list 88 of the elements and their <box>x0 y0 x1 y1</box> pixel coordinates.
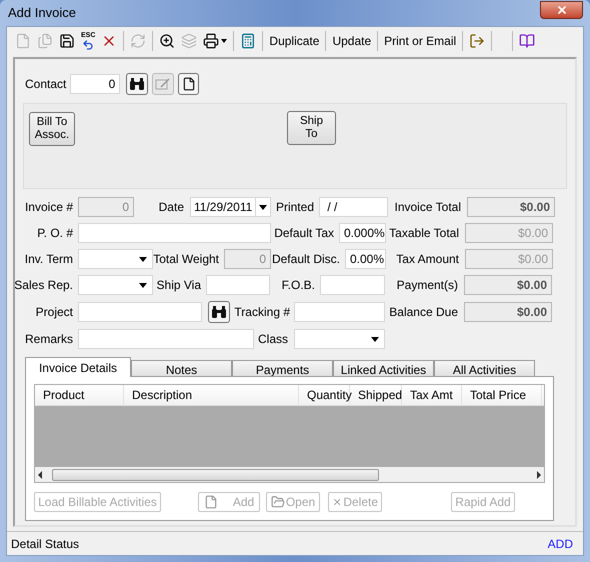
close-button[interactable] <box>540 1 583 19</box>
tab[interactable]: All Activities <box>434 360 535 377</box>
bill-to-button[interactable]: Bill To Assoc. <box>29 112 75 146</box>
refresh-icon <box>130 33 146 49</box>
tab[interactable]: Invoice Details <box>25 357 131 377</box>
status-mode: ADD <box>548 536 573 552</box>
field-label: Sales Rep. <box>13 277 73 294</box>
scrollbar-thumb[interactable] <box>52 468 379 480</box>
folder-icon <box>270 494 285 508</box>
field-label: Class <box>256 331 288 348</box>
horizontal-scrollbar[interactable] <box>35 467 544 482</box>
toolbar-button[interactable]: Update <box>330 30 374 52</box>
column-header[interactable]: Tax Amt <box>402 385 462 405</box>
new-file-icon <box>182 77 196 91</box>
text-field[interactable] <box>78 223 271 243</box>
field-label: Inv. Term <box>24 251 73 268</box>
tab[interactable]: Linked Activities <box>333 360 434 377</box>
save-icon <box>59 33 75 49</box>
field-label: Tax Amount <box>395 251 459 268</box>
undo-icon <box>82 38 94 50</box>
total-field: $0.00 <box>467 197 555 217</box>
copy-icon <box>37 33 53 49</box>
text-field[interactable]: 0.00% <box>345 249 386 269</box>
total-field: $0.00 <box>465 223 553 243</box>
window-title: Add Invoice <box>8 4 76 22</box>
field-label: Payment(s) <box>396 277 458 294</box>
toolbar-button[interactable]: Duplicate <box>267 30 322 52</box>
column-header[interactable]: Product <box>35 385 124 405</box>
dropdown-field[interactable] <box>78 275 153 295</box>
search-button[interactable] <box>126 73 148 95</box>
text-field[interactable] <box>206 275 270 295</box>
text-field[interactable] <box>294 302 385 322</box>
contact-field[interactable]: 0 <box>70 74 120 94</box>
column-header[interactable]: Description <box>124 385 299 405</box>
field-label: Project <box>34 304 73 321</box>
field-label: Default Disc. <box>271 251 340 268</box>
total-field: $0.00 <box>465 249 553 269</box>
binoculars-icon <box>211 305 227 319</box>
total-field: $0.00 <box>464 302 552 322</box>
text-field[interactable] <box>320 275 385 295</box>
toolbar-button[interactable]: Print or Email <box>382 30 458 52</box>
field-label: Ship Via <box>156 277 201 294</box>
total-field: $0.00 <box>464 275 552 295</box>
field-label: Invoice Total <box>394 199 461 216</box>
field-label: Date <box>158 199 184 216</box>
zoom-in-icon <box>159 33 176 49</box>
printer-icon <box>203 33 220 49</box>
book-icon <box>519 33 536 49</box>
tab[interactable]: Notes <box>131 360 232 377</box>
dropdown-arrow-icon <box>259 204 268 210</box>
ship-to-button[interactable]: Ship To <box>287 111 336 145</box>
text-field[interactable] <box>78 329 254 349</box>
field-label: Remarks <box>24 331 73 348</box>
scroll-right-icon <box>537 470 541 478</box>
close-icon <box>556 4 568 16</box>
text-field[interactable]: 0.000% <box>339 223 386 243</box>
new-file-icon <box>15 33 31 49</box>
column-header[interactable]: Total Price <box>462 385 542 405</box>
scroll-left-icon <box>38 470 42 478</box>
dropdown-arrow-icon <box>371 336 379 342</box>
binoculars-icon <box>129 77 146 91</box>
calculator-icon <box>240 33 256 49</box>
field-label: Tracking # <box>233 304 290 321</box>
column-header[interactable]: Quantity <box>299 385 350 405</box>
note-edit-icon <box>155 77 172 91</box>
search-button[interactable] <box>208 301 230 323</box>
field-label: Contact <box>25 76 66 93</box>
dropdown-arrow-icon <box>139 256 147 262</box>
field-label: F.O.B. <box>280 277 315 294</box>
text-field[interactable]: / / <box>319 197 388 217</box>
new-file-icon <box>204 494 218 508</box>
field-label: Invoice # <box>24 199 73 216</box>
field-label: Taxable Total <box>388 225 459 242</box>
dropdown-field[interactable] <box>78 249 153 269</box>
dropdown-field[interactable] <box>294 329 385 349</box>
dropdown-arrow-icon <box>139 282 147 288</box>
field-label: P. O. # <box>36 225 73 242</box>
field-label: Printed <box>274 199 314 216</box>
field-label: Balance Due <box>388 304 458 321</box>
text-field[interactable] <box>78 302 202 322</box>
tab[interactable]: Payments <box>232 360 333 377</box>
date-picker[interactable]: 11/29/2011 <box>190 197 271 217</box>
exit-door-icon <box>469 33 486 49</box>
new-button[interactable] <box>178 73 200 95</box>
field-label: Total Weight <box>153 251 219 268</box>
field-label: Default Tax <box>273 225 334 242</box>
status-text: Detail Status <box>11 536 80 552</box>
layers-icon <box>181 33 198 49</box>
